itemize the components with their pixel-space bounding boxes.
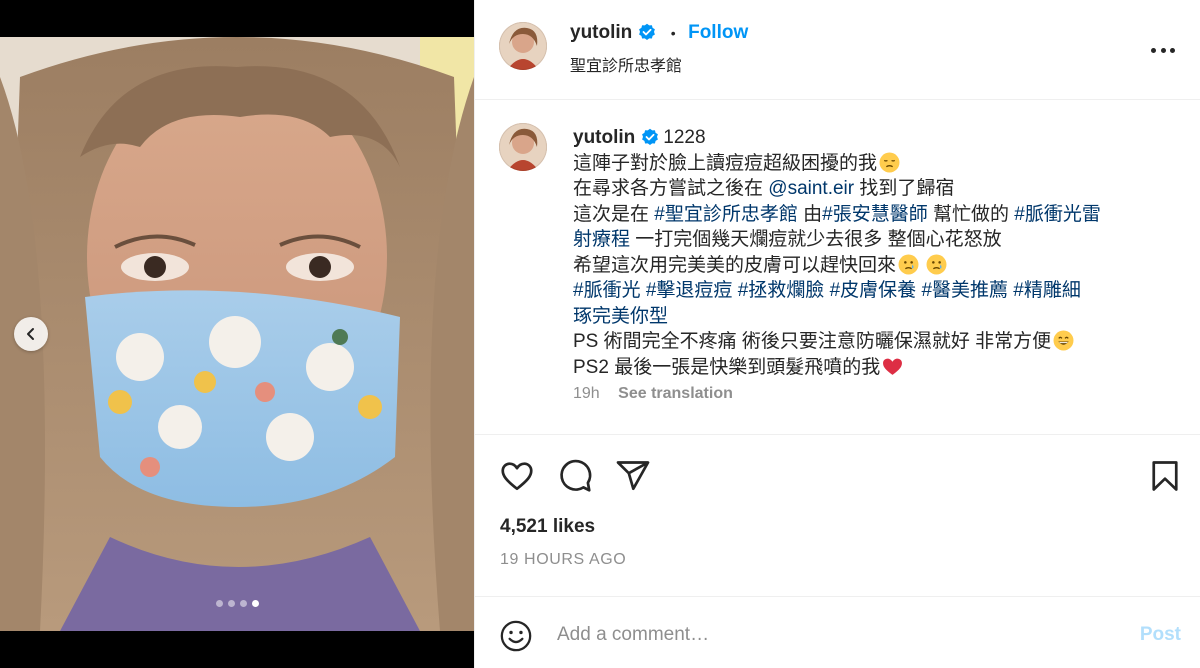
caption-hashtag-link[interactable]: #脈衝光雷 bbox=[1014, 204, 1101, 225]
caption-line: PS2 最後一張是快樂到頭髮飛噴的我 bbox=[573, 355, 1173, 381]
location-link[interactable]: 聖宜診所忠孝館 bbox=[570, 52, 682, 76]
follow-button[interactable]: Follow bbox=[688, 22, 748, 43]
grinning-face-emoji-icon bbox=[1053, 330, 1074, 351]
crying-face-emoji-icon bbox=[926, 254, 947, 275]
caption-section: yutolin 1228 這陣子對於臉上讀痘痘超級困擾的我 在尋求各方嘗試之後在 @… bbox=[475, 101, 1200, 435]
caption-username[interactable]: yutolin bbox=[573, 127, 635, 148]
smiley-icon bbox=[500, 620, 532, 652]
caption-text-segment: 由 bbox=[797, 203, 823, 225]
post-timestamp: 19 HOURS AGO bbox=[500, 551, 627, 568]
action-bar bbox=[475, 450, 1200, 500]
caption-text-segment: PS 術間完全不疼痛 術後只要注意防曬保濕就好 非常方便 bbox=[573, 331, 1052, 352]
caption-text-segment: 幫忙做的 bbox=[927, 203, 1015, 225]
post-photo[interactable] bbox=[0, 37, 474, 631]
caption-text-segment: 這陣子對於臉上讀痘痘超級困擾的我 bbox=[573, 152, 878, 174]
username-link[interactable]: yutolin bbox=[570, 22, 632, 43]
caption-line: PS 術間完全不疼痛 術後只要注意防曬保濕就好 非常方便 bbox=[573, 329, 1173, 355]
like-button[interactable] bbox=[499, 458, 535, 494]
post-comment-button[interactable]: Post bbox=[1140, 624, 1181, 646]
caption-text-segment: 一打完個幾天爛痘就少去很多 整個心花怒放 bbox=[630, 229, 1002, 250]
caption-text-segment: 這次是在 bbox=[573, 203, 655, 225]
share-button[interactable] bbox=[615, 458, 651, 494]
chevron-left-icon bbox=[27, 328, 34, 340]
caption-line: 琢完美你型 bbox=[573, 304, 1173, 330]
media-panel bbox=[0, 0, 474, 668]
caption-hashtag-link[interactable]: #脈衝光 bbox=[573, 280, 641, 301]
see-translation-link[interactable]: See translation bbox=[618, 385, 733, 402]
caption-line: #脈衝光 #擊退痘痘 #拯救爛臉 #皮膚保養 #醫美推薦 #精雕細 bbox=[573, 278, 1173, 304]
caption-line: 在尋求各方嘗試之後在 @saint.eir 找到了歸宿 bbox=[573, 176, 1173, 202]
caption-text-segment: PS2 最後一張是快樂到頭髮飛噴的我 bbox=[573, 356, 881, 378]
caption-line: 射療程 一打完個幾天爛痘就少去很多 整個心花怒放 bbox=[573, 227, 1173, 253]
heart-icon bbox=[501, 462, 533, 491]
caption-hashtag-link[interactable]: #張安慧醫師 bbox=[822, 204, 928, 225]
caption-hashtag-link[interactable]: #精雕細 bbox=[1013, 280, 1081, 301]
caption-hashtag-link[interactable]: 琢完美你型 bbox=[573, 306, 668, 327]
caption-hashtag-link[interactable]: #擊退痘痘 bbox=[646, 280, 733, 301]
caption-line: 這陣子對於臉上讀痘痘超級困擾的我 bbox=[573, 151, 1173, 177]
carousel-dot bbox=[239, 600, 247, 607]
crying-face-emoji-icon bbox=[898, 254, 919, 275]
caption-body: 這陣子對於臉上讀痘痘超級困擾的我 在尋求各方嘗試之後在 @saint.eir 找到… bbox=[573, 151, 1173, 381]
post-modal: yutolin • Follow 聖宜診所忠孝館 yutolin 1228 這陣… bbox=[0, 0, 1200, 668]
post-header: yutolin • Follow 聖宜診所忠孝館 bbox=[475, 0, 1200, 100]
caption-hashtag-link[interactable]: #聖宜診所忠孝館 bbox=[654, 204, 798, 225]
more-dots-icon bbox=[1151, 47, 1156, 53]
comment-icon bbox=[560, 459, 592, 492]
red-heart-emoji-icon bbox=[882, 356, 903, 377]
caption-text-segment: 在尋求各方嘗試之後在 bbox=[573, 178, 769, 199]
caption-text-segment bbox=[919, 255, 924, 276]
header-separator: • bbox=[670, 25, 676, 41]
caption-line: 這次是在 #聖宜診所忠孝館 由#張安慧醫師 幫忙做的 #脈衝光雷 bbox=[573, 202, 1173, 228]
caption-line: 希望這次用完美美的皮膚可以趕快回來 bbox=[573, 253, 1173, 279]
comment-bar: Post bbox=[475, 596, 1200, 668]
carousel-dot-active bbox=[251, 600, 259, 607]
carousel-indicator bbox=[0, 600, 474, 607]
caption-text-segment: 1228 bbox=[663, 127, 706, 148]
carousel-dot bbox=[215, 600, 223, 607]
header-user-row: yutolin • Follow bbox=[570, 22, 748, 44]
comment-button[interactable] bbox=[557, 458, 593, 494]
verified-badge-icon bbox=[642, 128, 659, 145]
caption-hashtag-link[interactable]: #皮膚保養 bbox=[830, 280, 917, 301]
avatar[interactable] bbox=[499, 22, 547, 70]
likes-count[interactable]: 4,521 likes bbox=[500, 516, 595, 538]
caption-hashtag-link[interactable]: #拯救爛臉 bbox=[738, 280, 825, 301]
emoji-button[interactable] bbox=[499, 619, 533, 653]
caption-meta: 19h See translation bbox=[573, 385, 733, 403]
caption-text-segment: 找到了歸宿 bbox=[854, 178, 955, 199]
verified-badge-icon bbox=[639, 23, 656, 40]
more-options-button[interactable] bbox=[1151, 38, 1175, 62]
caption-avatar[interactable] bbox=[499, 123, 547, 171]
bookmark-icon bbox=[1152, 461, 1178, 491]
caption-text-segment: 希望這次用完美美的皮膚可以趕快回來 bbox=[573, 254, 897, 276]
carousel-dot bbox=[227, 600, 235, 607]
comment-input[interactable] bbox=[557, 621, 1097, 649]
caption-hashtag-link[interactable]: 射療程 bbox=[573, 229, 630, 250]
send-icon bbox=[616, 461, 650, 491]
disappointed-face-emoji-icon bbox=[879, 152, 900, 173]
caption-text: yutolin 1228 這陣子對於臉上讀痘痘超級困擾的我 在尋求各方嘗試之後在 @… bbox=[573, 125, 1173, 380]
save-button[interactable] bbox=[1147, 458, 1183, 494]
previous-image-button[interactable] bbox=[14, 317, 48, 351]
caption-first-line: yutolin 1228 bbox=[573, 125, 1173, 151]
caption-hashtag-link[interactable]: @saint.eir bbox=[768, 178, 854, 199]
post-age: 19h bbox=[573, 385, 600, 402]
post-details-panel: yutolin • Follow 聖宜診所忠孝館 yutolin 1228 這陣… bbox=[474, 0, 1200, 668]
caption-hashtag-link[interactable]: #醫美推薦 bbox=[921, 280, 1008, 301]
